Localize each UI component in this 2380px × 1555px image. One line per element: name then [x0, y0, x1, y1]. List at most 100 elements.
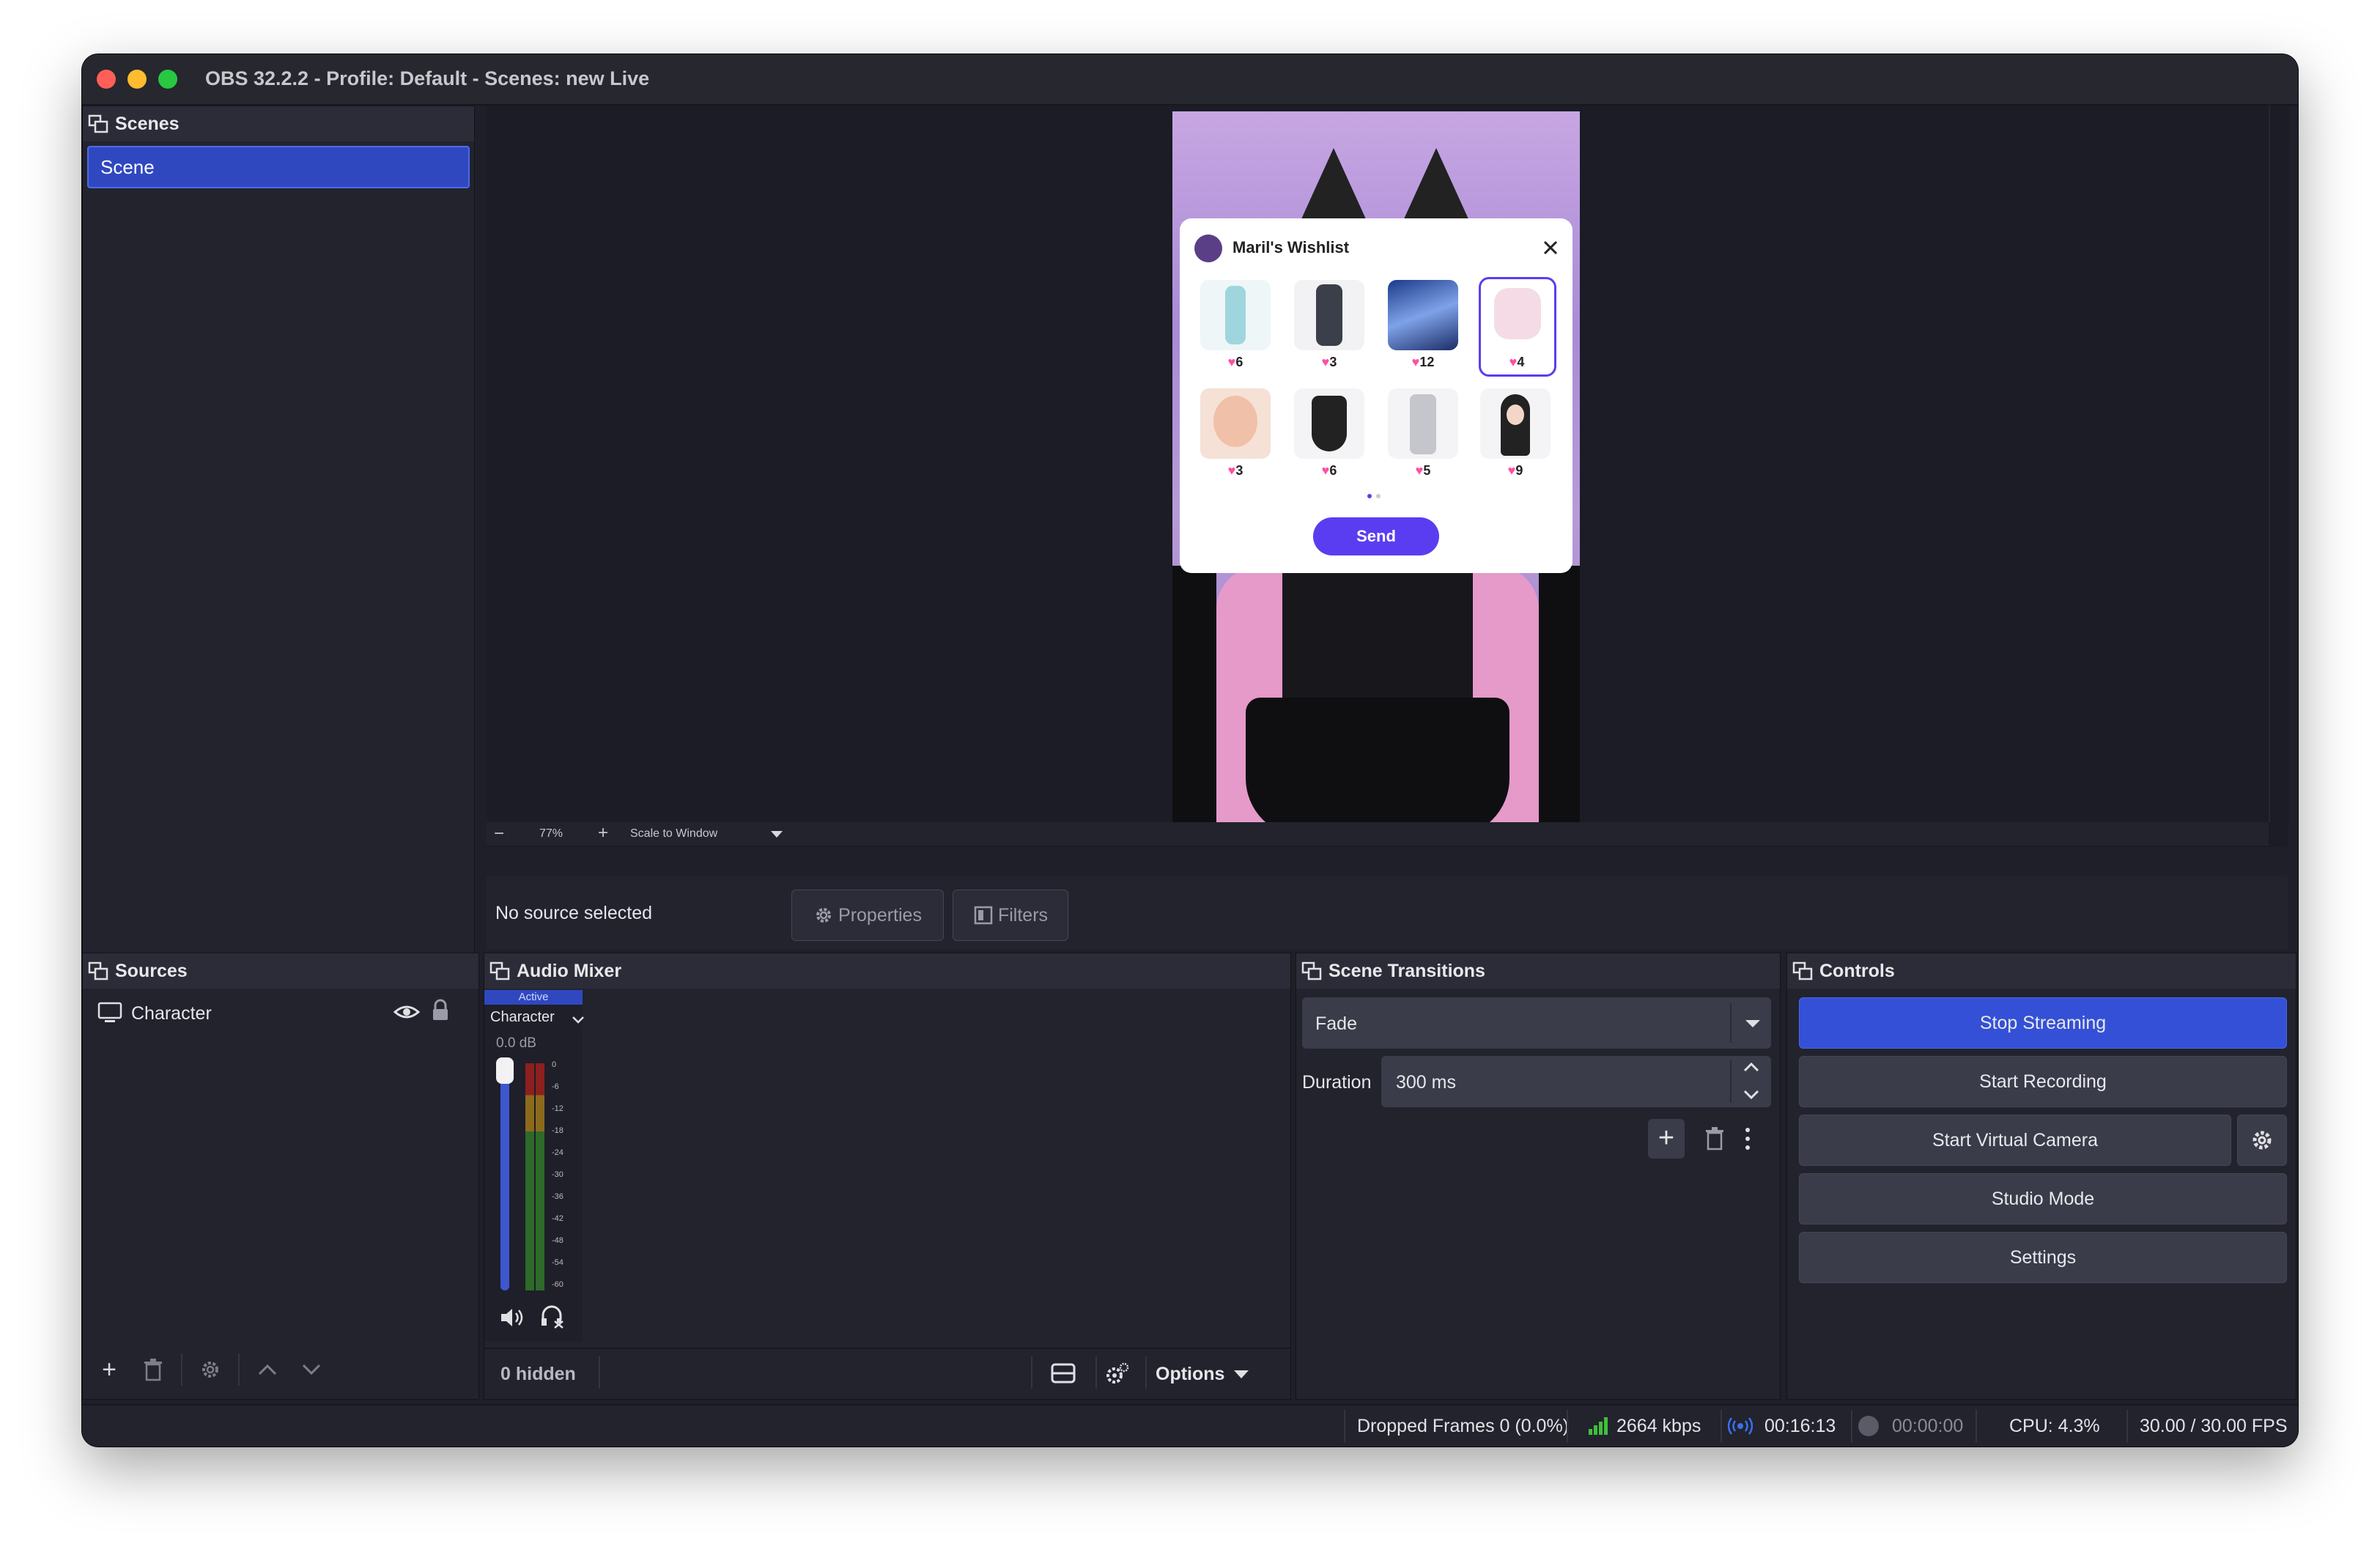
- move-source-down-button[interactable]: [291, 1351, 332, 1388]
- status-separator: [1721, 1410, 1722, 1442]
- wishlist-item[interactable]: [1388, 280, 1458, 350]
- record-time: 00:00:00: [1892, 1415, 1964, 1436]
- channel-name-dropdown[interactable]: Character: [490, 1009, 585, 1031]
- more-vertical-icon[interactable]: [1743, 1126, 1752, 1151]
- wishlist-item-count: ♥6: [1227, 355, 1243, 369]
- toolbar-separator: [1095, 1356, 1097, 1389]
- speaker-icon[interactable]: [499, 1307, 525, 1329]
- zoom-in-button[interactable]: +: [598, 822, 613, 843]
- stop-streaming-button[interactable]: Stop Streaming: [1799, 997, 2287, 1049]
- meter-tick-label: -18: [552, 1126, 563, 1135]
- mixer-footer: 0 hidden Options: [484, 1348, 1290, 1399]
- chevron-up-icon[interactable]: [1742, 1060, 1761, 1074]
- wishlist-popup: Maril's Wishlist ♥6 ♥3 ♥12 ♥4 ♥3 ♥6 ♥5 ♥…: [1180, 218, 1572, 573]
- meter-tick-label: -30: [552, 1170, 563, 1179]
- properties-button[interactable]: Properties: [791, 890, 944, 941]
- audio-mixer-dock: Audio Mixer Active Character 0.0 dB 0 -6: [484, 953, 1291, 1400]
- remove-source-button[interactable]: [133, 1351, 174, 1388]
- dock-float-icon[interactable]: [87, 960, 109, 982]
- minimize-window-button[interactable]: [128, 70, 147, 89]
- dock-float-icon[interactable]: [87, 113, 109, 135]
- bitrate-indicator: 2664 kbps: [1587, 1406, 1701, 1447]
- channel-name: Character: [490, 1009, 555, 1025]
- preview-scrollbar-vertical[interactable]: [2269, 106, 2289, 822]
- filter-icon: [974, 906, 993, 925]
- status-separator: [1344, 1410, 1345, 1442]
- status-separator: [1851, 1410, 1852, 1442]
- source-item-label: Character: [131, 1003, 212, 1024]
- stream-time: 00:16:13: [1764, 1415, 1836, 1436]
- volume-fader[interactable]: [496, 1057, 514, 1290]
- lock-icon[interactable]: [430, 999, 451, 1022]
- start-recording-button[interactable]: Start Recording: [1799, 1056, 2287, 1107]
- gear-icon: [2252, 1131, 2272, 1150]
- add-transition-button[interactable]: +: [1648, 1119, 1685, 1159]
- add-source-button[interactable]: +: [89, 1351, 130, 1388]
- close-window-button[interactable]: [97, 70, 116, 89]
- headphones-monitor-off-icon[interactable]: [540, 1305, 565, 1329]
- duration-spinbox[interactable]: 300 ms: [1381, 1056, 1771, 1107]
- wishlist-avatar: [1194, 234, 1222, 262]
- wishlist-item[interactable]: [1294, 280, 1364, 350]
- wishlist-item[interactable]: [1200, 280, 1271, 350]
- filters-label: Filters: [997, 904, 1049, 926]
- wishlist-item[interactable]: [1200, 388, 1271, 459]
- dock-float-icon[interactable]: [1301, 960, 1323, 982]
- source-item[interactable]: Character: [89, 993, 473, 1031]
- context-bar: No source selected Properties Filters: [487, 876, 2288, 950]
- wishlist-close-button[interactable]: [1537, 234, 1564, 261]
- dock-float-icon[interactable]: [1792, 960, 1814, 982]
- zoom-out-button[interactable]: −: [494, 824, 509, 844]
- character-skirt: [1246, 698, 1509, 837]
- wishlist-title: Maril's Wishlist: [1232, 238, 1350, 256]
- chevron-down-icon: [302, 1364, 321, 1375]
- obs-window: OBS 32.2.2 - Profile: Default - Scenes: …: [82, 54, 2298, 1447]
- meter-tick-label: -48: [552, 1236, 563, 1245]
- scene-transitions-header: Scene Transitions: [1296, 953, 1780, 989]
- preview-zoom-bar: − 77% + Scale to Window: [487, 822, 2269, 846]
- wishlist-send-button[interactable]: Send: [1313, 517, 1439, 555]
- gear-icon: [816, 908, 832, 923]
- virtual-camera-settings-button[interactable]: [2237, 1115, 2287, 1166]
- advanced-audio-gear-icon[interactable]: [1104, 1361, 1131, 1386]
- scene-list: Scene: [87, 146, 470, 188]
- chevron-down-icon[interactable]: [1742, 1088, 1761, 1101]
- fps-indicator: 30.00 / 30.00 FPS: [2140, 1415, 2288, 1436]
- source-properties-button[interactable]: [190, 1351, 231, 1388]
- layout-toggle-icon[interactable]: [1050, 1362, 1076, 1384]
- sources-toolbar: +: [83, 1348, 478, 1392]
- studio-mode-button[interactable]: Studio Mode: [1799, 1173, 2287, 1225]
- scene-transitions-title: Scene Transitions: [1328, 960, 1485, 981]
- scene-item[interactable]: Scene: [87, 146, 470, 188]
- caret-down-icon: [1745, 1020, 1760, 1027]
- start-recording-label: Start Recording: [1979, 1071, 2107, 1092]
- cpu-usage: CPU: 4.3%: [2009, 1415, 2100, 1436]
- wishlist-item-count: ♥3: [1321, 355, 1337, 369]
- toolbar-separator: [1031, 1356, 1032, 1389]
- preview-canvas[interactable]: Maril's Wishlist ♥6 ♥3 ♥12 ♥4 ♥3 ♥6 ♥5 ♥…: [1172, 111, 1580, 837]
- wishlist-item[interactable]: [1480, 388, 1551, 459]
- filters-button[interactable]: Filters: [953, 890, 1068, 941]
- scale-mode-dropdown[interactable]: [761, 824, 793, 844]
- settings-button[interactable]: Settings: [1799, 1232, 2287, 1283]
- wishlist-item-count: ♥6: [1321, 463, 1337, 478]
- preview-area[interactable]: Maril's Wishlist ♥6 ♥3 ♥12 ♥4 ♥3 ♥6 ♥5 ♥…: [487, 106, 2289, 847]
- record-timer: 00:00:00: [1858, 1406, 1963, 1447]
- eye-icon[interactable]: [393, 1002, 420, 1022]
- options-label: Options: [1156, 1363, 1225, 1384]
- trash-icon[interactable]: [1704, 1126, 1726, 1151]
- mixer-options-button[interactable]: Options: [1156, 1358, 1280, 1390]
- wishlist-item[interactable]: [1388, 388, 1458, 459]
- transition-select[interactable]: Fade: [1302, 997, 1771, 1049]
- volume-fader-handle[interactable]: [496, 1057, 514, 1084]
- zoom-window-button[interactable]: [158, 70, 177, 89]
- caret-down-icon: [1234, 1370, 1249, 1378]
- wishlist-item[interactable]: [1294, 388, 1364, 459]
- start-virtual-camera-button[interactable]: Start Virtual Camera: [1799, 1115, 2231, 1166]
- gear-icon: [202, 1362, 218, 1378]
- move-source-up-button[interactable]: [247, 1351, 288, 1388]
- wishlist-item-count: ♥3: [1227, 463, 1243, 478]
- close-icon: [1543, 240, 1558, 255]
- dock-float-icon[interactable]: [489, 960, 511, 982]
- toolbar-separator: [181, 1353, 182, 1386]
